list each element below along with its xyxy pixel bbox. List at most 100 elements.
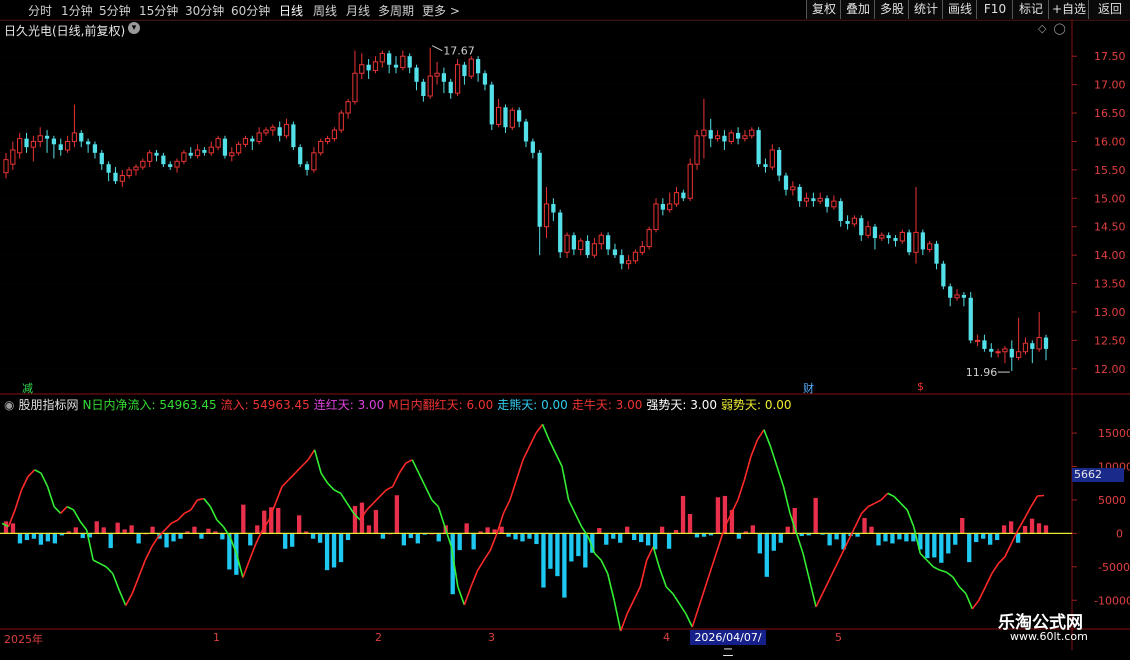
flow-bar-36	[255, 525, 259, 533]
netflow-line-seg-18	[119, 590, 126, 605]
candle-body-145	[996, 352, 1000, 353]
candle-body-108	[743, 136, 747, 139]
netflow-line-seg-133	[868, 503, 875, 506]
netflow-line-seg-117	[764, 430, 771, 447]
flow-bar-1	[11, 523, 15, 533]
candle-body-22	[154, 153, 158, 156]
candle-body-54	[373, 62, 377, 71]
indicator-name: 股朋指标网	[18, 398, 78, 412]
netflow-line-seg-115	[751, 440, 758, 457]
candle-body-83	[572, 235, 576, 249]
event-marker-left[interactable]: 减	[22, 380, 33, 396]
netflow-line-seg-138	[901, 503, 908, 510]
candle-body-69	[476, 59, 480, 73]
candle-body-16	[113, 173, 117, 182]
flow-bar-4	[32, 533, 36, 538]
indicator-field-1: 流入: 54963.45	[221, 398, 310, 412]
candle-body-75	[517, 110, 521, 121]
candle-body-128	[880, 235, 884, 238]
netflow-line-seg-83	[543, 424, 550, 439]
candle-body-87	[599, 235, 603, 244]
flow-bar-23	[164, 533, 168, 547]
flow-bar-2	[18, 533, 22, 543]
main-ytick-label-0: 17.50	[1094, 50, 1126, 63]
event-marker-dollar[interactable]: $	[917, 380, 924, 393]
date-label-5: 5	[835, 631, 842, 644]
candle-body-61	[421, 82, 425, 96]
flow-bar-119	[834, 533, 838, 539]
flow-bar-17	[122, 529, 126, 533]
candle-body-59	[408, 56, 412, 67]
flow-bar-57	[402, 533, 406, 545]
candle-body-111	[763, 164, 767, 167]
indicator-menu-icon[interactable]: ◉	[4, 398, 14, 412]
candle-body-3	[24, 139, 28, 148]
flow-bar-39	[276, 508, 280, 533]
netflow-line-seg-3	[22, 477, 29, 490]
netflow-line-seg-50	[328, 483, 335, 490]
flow-bar-6	[46, 533, 50, 541]
netflow-line-seg-38	[249, 543, 256, 560]
candle-body-2	[18, 139, 22, 153]
flow-bar-102	[716, 497, 720, 533]
event-marker-finance[interactable]: 财	[803, 380, 814, 396]
flow-bar-112	[786, 527, 790, 534]
candle-body-147	[1010, 349, 1014, 358]
candle-body-84	[579, 241, 583, 250]
candle-body-74	[510, 110, 514, 127]
netflow-line-seg-9	[61, 507, 68, 514]
candle-body-5	[38, 136, 42, 142]
flow-bar-83	[583, 533, 587, 567]
flow-bar-88	[618, 533, 622, 542]
netflow-line-seg-118	[770, 446, 777, 466]
main-ytick-label-1: 17.00	[1094, 79, 1126, 92]
kline-chart[interactable]: 17.5017.0016.5016.0015.5015.0014.5014.00…	[0, 0, 1130, 650]
flow-bar-78	[548, 533, 552, 568]
netflow-line-seg-71	[464, 587, 471, 605]
candle-body-119	[818, 198, 822, 201]
flow-bar-54	[381, 533, 385, 538]
candle-body-113	[777, 150, 781, 176]
flow-bar-73	[513, 533, 517, 539]
netflow-line-seg-145	[946, 572, 953, 577]
flow-bar-86	[604, 533, 608, 544]
candle-body-98	[674, 193, 678, 204]
flow-bar-53	[374, 510, 378, 533]
flow-bar-126	[883, 533, 887, 541]
netflow-line-seg-93	[608, 574, 615, 601]
netflow-line-seg-149	[972, 600, 979, 609]
flow-bar-76	[534, 533, 538, 544]
flow-bar-41	[290, 533, 294, 546]
candle-body-17	[120, 176, 124, 182]
flow-bar-149	[1044, 525, 1048, 533]
candle-body-34	[237, 144, 241, 153]
main-ytick-label-11: 12.00	[1094, 363, 1126, 376]
candle-body-15	[107, 164, 111, 173]
candle-body-114	[784, 176, 788, 190]
candle-body-90	[620, 255, 624, 264]
flow-bar-5	[39, 533, 43, 544]
netflow-line-seg-158	[1031, 496, 1038, 507]
flow-bar-123	[862, 518, 866, 533]
netflow-line-seg-11	[74, 510, 81, 521]
netflow-line-seg-27	[178, 513, 185, 520]
netflow-line-seg-53	[347, 503, 354, 513]
netflow-line-seg-73	[477, 560, 484, 571]
candle-body-124	[852, 218, 856, 224]
ind-ytick-label-5: -10000	[1094, 594, 1130, 607]
candle-body-27	[189, 153, 193, 156]
candle-body-52	[360, 65, 364, 74]
candle-body-89	[613, 249, 617, 255]
netflow-line-seg-49	[321, 473, 328, 483]
candle-body-28	[195, 150, 199, 156]
flow-bar-97	[681, 496, 685, 533]
flow-bar-128	[897, 533, 901, 539]
netflow-line-seg-63	[412, 460, 419, 473]
netflow-line-seg-101	[660, 569, 667, 587]
flow-bar-99	[695, 533, 699, 537]
candle-body-125	[859, 218, 863, 235]
candle-body-32	[223, 139, 227, 156]
indicator-field-2: 连红天: 3.00	[314, 398, 385, 412]
candle-body-11	[79, 133, 83, 142]
netflow-line-seg-70	[458, 587, 465, 605]
